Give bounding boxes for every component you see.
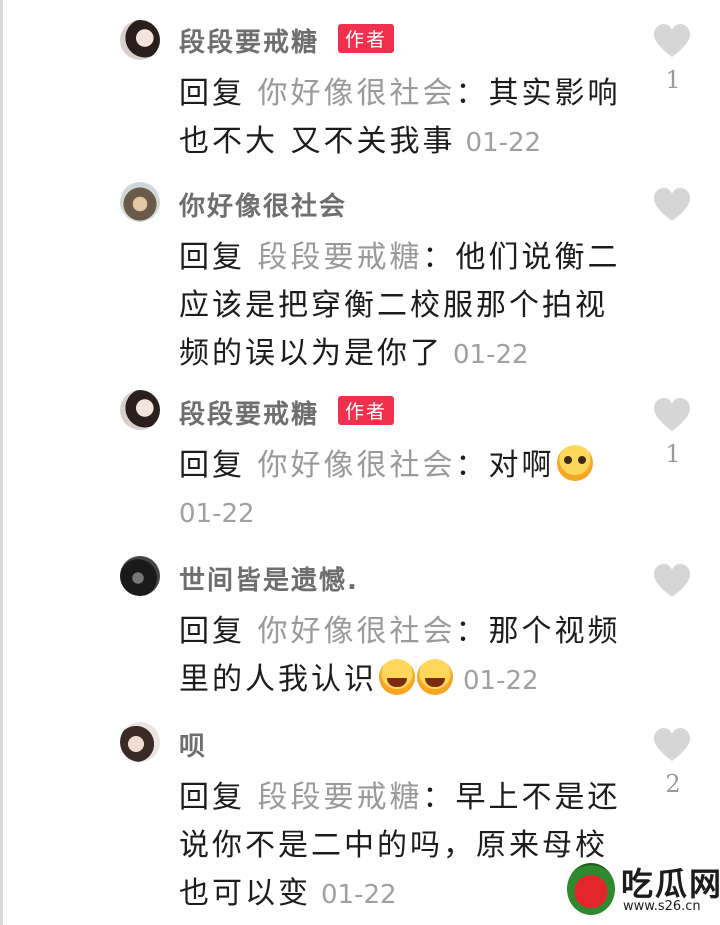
reply-label: 回复	[179, 76, 245, 111]
watermelon-logo-icon	[567, 863, 615, 915]
comment-body[interactable]: 回复 段段要戒糖：他们说衡二应该是把穿衡二校服那个拍视频的误以为是你了 01-22	[179, 234, 639, 379]
like-button[interactable]	[652, 186, 692, 226]
avatar[interactable]	[120, 182, 160, 222]
like-count: 1	[665, 440, 681, 468]
username[interactable]: 世间皆是遗憾.	[179, 560, 359, 597]
watermark-url: www.s26.cn	[623, 899, 701, 914]
reply-target[interactable]: 你好像很社会	[258, 614, 456, 649]
reply-label: 回复	[179, 780, 245, 815]
avatar[interactable]	[120, 390, 160, 430]
left-divider	[0, 0, 3, 925]
like-button[interactable]	[652, 562, 692, 602]
like-button[interactable]	[652, 22, 692, 62]
username[interactable]: 段段要戒糖	[179, 394, 319, 431]
author-badge: 作者	[338, 396, 395, 425]
avatar[interactable]	[120, 20, 160, 60]
colon: ：	[422, 780, 456, 815]
laughing-crying-face-icon	[379, 659, 415, 695]
avatar[interactable]	[120, 556, 160, 596]
heart-icon	[654, 188, 690, 221]
heart-icon	[654, 564, 690, 597]
comment-date: 01-22	[465, 128, 542, 158]
laughing-crying-face-icon	[417, 659, 453, 695]
comment-date: 01-22	[463, 666, 539, 696]
colon: ：	[455, 76, 489, 111]
pleading-face-icon	[556, 445, 593, 481]
comment-date: 01-22	[179, 499, 255, 529]
comment-body[interactable]: 回复 你好像很社会：对啊 01-22	[179, 442, 639, 538]
reply-label: 回复	[179, 448, 245, 483]
like-count: 2	[665, 770, 681, 798]
comment-text: 对啊	[488, 448, 555, 483]
username[interactable]: 你好像很社会	[179, 186, 347, 223]
reply-target[interactable]: 你好像很社会	[258, 76, 456, 111]
colon: ：	[455, 614, 489, 649]
comment-date: 01-22	[453, 340, 529, 370]
heart-icon	[654, 24, 690, 57]
reply-label: 回复	[179, 240, 245, 275]
reply-target[interactable]: 你好像很社会	[258, 448, 456, 483]
colon: ：	[422, 240, 456, 275]
heart-icon	[654, 728, 690, 761]
reply-label: 回复	[179, 614, 245, 649]
like-button[interactable]	[652, 726, 692, 766]
colon: ：	[455, 448, 489, 483]
comment-body[interactable]: 回复 你好像很社会：那个视频里的人我认识 01-22	[179, 608, 639, 705]
username[interactable]: 呗	[179, 726, 207, 763]
avatar[interactable]	[120, 722, 160, 762]
like-count: 1	[665, 66, 681, 94]
comment-date: 01-22	[321, 880, 397, 910]
comment-body[interactable]: 回复 你好像很社会：其实影响也不大 又不关我事 01-22	[179, 70, 639, 167]
watermark: 吃瓜网 www.s26.cn	[565, 855, 720, 921]
username[interactable]: 段段要戒糖	[179, 22, 319, 59]
reply-target[interactable]: 段段要戒糖	[258, 780, 423, 815]
like-button[interactable]	[652, 396, 692, 436]
author-badge: 作者	[338, 24, 395, 53]
reply-target[interactable]: 段段要戒糖	[258, 240, 423, 275]
heart-icon	[654, 398, 690, 431]
